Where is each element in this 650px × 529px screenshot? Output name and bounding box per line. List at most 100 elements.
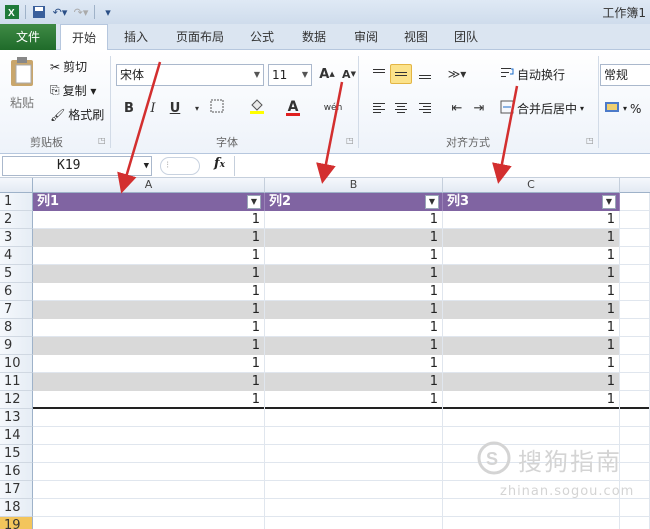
cut-button[interactable]: ✂ 剪切 [50, 58, 87, 75]
table-cell[interactable]: 1 [443, 319, 620, 337]
table-cell[interactable]: 1 [33, 355, 265, 373]
column-header-a[interactable]: A [33, 178, 265, 193]
row-header[interactable]: 11 [0, 373, 33, 391]
empty-cell[interactable] [620, 229, 650, 247]
table-cell[interactable]: 1 [33, 373, 265, 391]
increase-indent-button[interactable]: ⇥ [468, 98, 490, 118]
row-header[interactable]: 12 [0, 391, 33, 409]
table-cell[interactable]: 1 [265, 355, 443, 373]
save-icon[interactable] [31, 4, 47, 20]
paste-button[interactable]: 粘贴 [8, 56, 36, 111]
empty-cell[interactable] [265, 409, 443, 427]
row-header[interactable]: 19 [0, 517, 33, 529]
empty-cell[interactable] [265, 499, 443, 517]
font-size-combo[interactable]: 11 ▼ [268, 64, 312, 86]
row-header[interactable]: 14 [0, 427, 33, 445]
copy-button[interactable]: ⎘ 复制 ▾ [50, 82, 96, 99]
customize-qat-icon[interactable]: ▾ [100, 4, 116, 20]
font-name-combo[interactable]: 宋体 ▼ [116, 64, 264, 86]
empty-cell[interactable] [443, 409, 620, 427]
borders-button[interactable] [206, 98, 228, 118]
select-all-corner[interactable] [0, 178, 33, 193]
empty-cell[interactable] [620, 517, 650, 529]
tab-review[interactable]: 审阅 [348, 24, 384, 50]
table-cell[interactable]: 1 [443, 283, 620, 301]
empty-cell[interactable] [265, 517, 443, 529]
underline-button[interactable]: U [164, 98, 186, 118]
empty-cell[interactable] [620, 391, 650, 409]
empty-cell[interactable] [620, 283, 650, 301]
row-header[interactable]: 10 [0, 355, 33, 373]
bottom-align-button[interactable] [414, 64, 436, 84]
empty-cell[interactable] [620, 301, 650, 319]
empty-cell[interactable] [33, 409, 265, 427]
table-cell[interactable]: 1 [265, 319, 443, 337]
table-cell[interactable]: 1 [443, 373, 620, 391]
accounting-format-button[interactable]: ▾ % [604, 100, 641, 117]
filter-dropdown-icon[interactable]: ▼ [425, 195, 439, 209]
formula-bar-handle[interactable]: ⁝ [160, 157, 200, 175]
row-header[interactable]: 15 [0, 445, 33, 463]
top-align-button[interactable] [368, 64, 390, 84]
table-cell[interactable]: 1 [443, 247, 620, 265]
empty-cell[interactable] [265, 445, 443, 463]
row-header[interactable]: 17 [0, 481, 33, 499]
empty-cell[interactable] [33, 481, 265, 499]
table-cell[interactable]: 1 [443, 391, 620, 409]
grow-font-button[interactable]: A ▲ [316, 64, 338, 84]
empty-cell[interactable] [620, 373, 650, 391]
table-cell[interactable]: 1 [265, 283, 443, 301]
empty-cell[interactable] [620, 355, 650, 373]
empty-cell[interactable] [265, 427, 443, 445]
row-header[interactable]: 5 [0, 265, 33, 283]
empty-cell[interactable] [620, 211, 650, 229]
merge-center-button[interactable]: 合并后居中 ▾ [500, 100, 584, 117]
middle-align-button[interactable] [390, 64, 412, 84]
name-box[interactable]: K19 ▼ [2, 156, 152, 176]
table-cell[interactable]: 1 [265, 373, 443, 391]
column-header-c[interactable]: C [443, 178, 620, 193]
row-header[interactable]: 13 [0, 409, 33, 427]
table-cell[interactable]: 1 [33, 301, 265, 319]
table-cell[interactable]: 1 [443, 265, 620, 283]
bold-button[interactable]: B [118, 98, 140, 118]
italic-button[interactable]: I [142, 98, 164, 118]
fill-color-button[interactable] [246, 98, 268, 118]
orientation-button[interactable]: ≫▾ [446, 64, 468, 84]
empty-cell[interactable] [33, 517, 265, 529]
empty-cell[interactable] [33, 499, 265, 517]
empty-cell[interactable] [265, 481, 443, 499]
tab-team[interactable]: 团队 [448, 24, 484, 50]
empty-cell[interactable] [620, 193, 650, 211]
table-cell[interactable]: 1 [33, 319, 265, 337]
tab-page-layout[interactable]: 页面布局 [168, 24, 232, 50]
table-cell[interactable]: 1 [443, 211, 620, 229]
table-header-cell[interactable]: 列2 ▼ [265, 193, 443, 211]
row-header[interactable]: 3 [0, 229, 33, 247]
font-color-button[interactable]: A [282, 98, 304, 118]
table-cell[interactable]: 1 [265, 229, 443, 247]
row-header[interactable]: 9 [0, 337, 33, 355]
table-cell[interactable]: 1 [443, 337, 620, 355]
decrease-indent-button[interactable]: ⇤ [446, 98, 468, 118]
wrap-text-button[interactable]: 自动换行 [500, 66, 565, 83]
empty-cell[interactable] [620, 265, 650, 283]
empty-cell[interactable] [620, 337, 650, 355]
tab-insert[interactable]: 插入 [116, 24, 156, 50]
empty-cell[interactable] [33, 463, 265, 481]
align-left-button[interactable] [368, 98, 390, 118]
tab-home[interactable]: 开始 [60, 24, 108, 51]
table-cell[interactable]: 1 [33, 211, 265, 229]
row-header[interactable]: 6 [0, 283, 33, 301]
table-cell[interactable]: 1 [33, 337, 265, 355]
table-cell[interactable]: 1 [443, 355, 620, 373]
row-header[interactable]: 8 [0, 319, 33, 337]
empty-cell[interactable] [620, 319, 650, 337]
table-header-cell[interactable]: 列3 ▼ [443, 193, 620, 211]
empty-cell[interactable] [620, 247, 650, 265]
phonetic-guide-button[interactable]: wén [322, 98, 344, 118]
empty-cell[interactable] [620, 409, 650, 427]
row-header[interactable]: 7 [0, 301, 33, 319]
empty-cell[interactable] [265, 463, 443, 481]
number-format-combo[interactable]: 常规 [600, 64, 650, 86]
